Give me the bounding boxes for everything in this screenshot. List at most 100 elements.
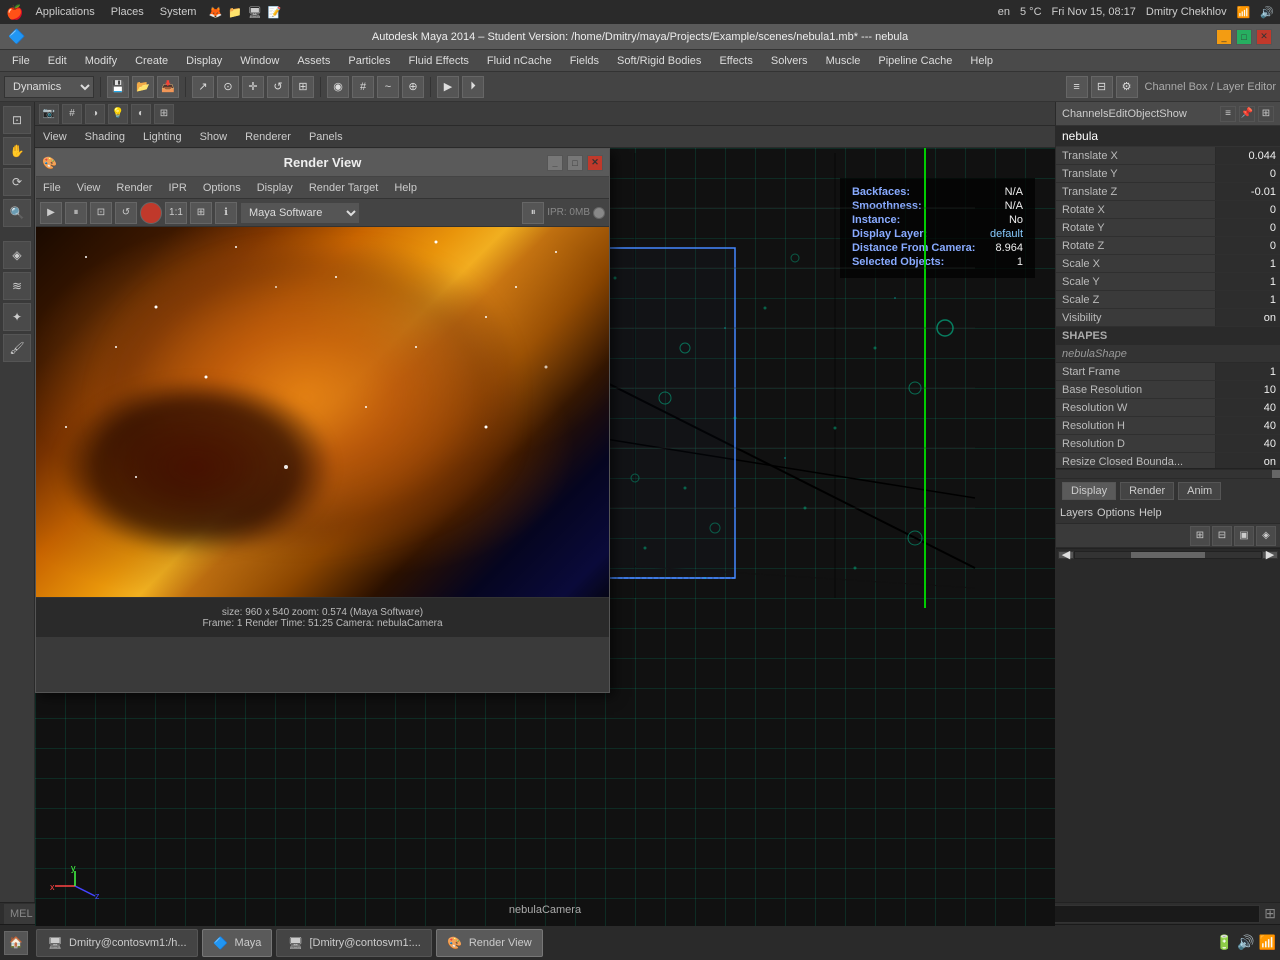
rv-info-btn[interactable]: ℹ [215,202,237,224]
menu-soft-rigid[interactable]: Soft/Rigid Bodies [609,53,709,69]
cb-row-res-d[interactable]: Resolution D 40 [1056,435,1280,453]
cb-vertical-scrollbar[interactable] [1056,468,1280,478]
cb-row-base-res[interactable]: Base Resolution 10 [1056,381,1280,399]
cb-value-res-w[interactable]: 40 [1215,399,1280,416]
rv-region-btn[interactable]: ⊡ [90,202,112,224]
taskbar-item-maya[interactable]: 🔷 Maya [202,929,273,957]
cb-value-start-frame[interactable]: 1 [1215,363,1280,380]
rv-renderer-dropdown[interactable]: Maya Software Maya Hardware 2.0 Mental R… [240,202,360,224]
vp-panels-menu[interactable]: Panels [305,131,347,143]
import-btn[interactable]: 📥 [157,76,179,98]
attr-editor-toggle[interactable]: ⊟ [1091,76,1113,98]
render-view-title-bar[interactable]: 🎨 Render View _ □ ✕ [36,149,609,177]
vp-lighting-menu[interactable]: Lighting [139,131,186,143]
rv-help-menu[interactable]: Help [391,182,420,194]
cb-anim-tab[interactable]: Anim [1178,482,1221,500]
tray-icon-1[interactable]: 🔋 [1216,934,1233,951]
terminal-icon[interactable]: 🖥 [248,6,262,19]
cb-row-rotate-y[interactable]: Rotate Y 0 [1056,219,1280,237]
render-current-btn[interactable]: ▶ [437,76,459,98]
move-btn[interactable]: ✛ [242,76,264,98]
cb-scroll-left-btn[interactable]: ◀ [1058,551,1074,559]
tray-icon-3[interactable]: 📶 [1259,934,1276,951]
cb-layer-remove-btn[interactable]: ⊟ [1212,526,1232,546]
cb-layers-label[interactable]: Layers [1060,507,1093,519]
cb-row-res-h[interactable]: Resolution H 40 [1056,417,1280,435]
cb-row-res-w[interactable]: Resolution W 40 [1056,399,1280,417]
cb-value-rotate-y[interactable]: 0 [1215,219,1280,236]
menu-muscle[interactable]: Muscle [818,53,869,69]
menu-display[interactable]: Display [178,53,230,69]
cb-row-translate-x[interactable]: Translate X 0.044 [1056,147,1280,165]
component-btn[interactable]: ◈ [3,241,31,269]
rv-render-btn[interactable]: ▶ [40,202,62,224]
cb-value-rotate-z[interactable]: 0 [1215,237,1280,254]
rv-ipr-menu[interactable]: IPR [165,182,189,194]
taskbar-item-terminal2[interactable]: 🖥 [Dmitry@contosvm1:... [276,929,431,957]
menu-edit[interactable]: Edit [40,53,75,69]
menu-pipeline[interactable]: Pipeline Cache [870,53,960,69]
cb-value-scale-z[interactable]: 1 [1215,291,1280,308]
sculpt-btn[interactable]: ✦ [3,303,31,331]
snap-grid-btn[interactable]: # [352,76,374,98]
snap-curve-btn[interactable]: ~ [377,76,399,98]
open-btn[interactable]: 📂 [132,76,154,98]
cb-row-translate-z[interactable]: Translate Z -0.01 [1056,183,1280,201]
firefox-icon[interactable]: 🦊 [208,6,222,19]
menu-modify[interactable]: Modify [77,53,125,69]
menu-assets[interactable]: Assets [289,53,338,69]
cb-value-resize-closed[interactable]: on [1215,453,1280,468]
rv-ratio-btn[interactable]: 1:1 [165,202,187,224]
rotate-btn[interactable]: ↺ [267,76,289,98]
system-menu[interactable]: System [156,6,201,18]
cb-row-visibility[interactable]: Visibility on [1056,309,1280,327]
cb-value-res-h[interactable]: 40 [1215,417,1280,434]
cb-show-tab[interactable]: Show [1159,108,1187,120]
cb-row-resize-closed[interactable]: Resize Closed Bounda... on [1056,453,1280,468]
cb-scroll-thumb[interactable] [1131,552,1205,558]
taskbar-item-terminal[interactable]: 🖥 Dmitry@contosvm1:/h... [36,929,198,957]
vp-shader-btn[interactable]: ◑ [85,104,105,124]
menu-fields[interactable]: Fields [562,53,607,69]
apple-menu-icon[interactable]: 🍎 [6,4,23,21]
cb-row-scale-y[interactable]: Scale Y 1 [1056,273,1280,291]
rv-render-menu[interactable]: Render [113,182,155,194]
save-btn[interactable]: 💾 [107,76,129,98]
rv-display-menu[interactable]: Display [254,182,296,194]
menu-solvers[interactable]: Solvers [763,53,816,69]
cb-layer-add-btn[interactable]: ⊞ [1190,526,1210,546]
cb-value-translate-y[interactable]: 0 [1215,165,1280,182]
soft-select-btn[interactable]: ◉ [327,76,349,98]
cb-value-base-res[interactable]: 10 [1215,381,1280,398]
cb-pin-btn[interactable]: 📌 [1239,106,1255,122]
tweak-btn[interactable]: ≋ [3,272,31,300]
cb-display-tab[interactable]: Display [1062,482,1116,500]
taskbar-item-render[interactable]: 🎨 Render View [436,929,543,957]
cb-row-rotate-x[interactable]: Rotate X 0 [1056,201,1280,219]
zoom-btn[interactable]: 🔍 [3,199,31,227]
vp-show-menu[interactable]: Show [196,131,232,143]
rv-minimize-btn[interactable]: _ [547,155,563,171]
vp-grid-btn[interactable]: # [62,104,82,124]
menu-effects[interactable]: Effects [711,53,760,69]
cb-value-rotate-x[interactable]: 0 [1215,201,1280,218]
files-icon[interactable]: 📁 [228,6,242,19]
vp-cam-btn[interactable]: 📷 [39,104,59,124]
menu-fluid-ncache[interactable]: Fluid nCache [479,53,560,69]
rv-render-target-menu[interactable]: Render Target [306,182,382,194]
vp-uv-btn[interactable]: ⊞ [154,104,174,124]
maximize-button[interactable]: □ [1236,29,1252,45]
vp-shading-menu[interactable]: Shading [81,131,129,143]
scale-btn[interactable]: ⊞ [292,76,314,98]
text-icon[interactable]: 📝 [268,6,282,19]
tray-icon-2[interactable]: 🔊 [1237,934,1254,951]
rv-pause-btn[interactable]: ⏸ [522,202,544,224]
cb-scroll-right-btn[interactable]: ▶ [1262,551,1278,559]
menu-window[interactable]: Window [232,53,287,69]
vp-view-menu[interactable]: View [39,131,71,143]
cb-channels-tab[interactable]: Channels [1062,108,1108,120]
render-all-btn[interactable]: ⏵ [462,76,484,98]
pan-btn[interactable]: ✋ [3,137,31,165]
paint-btn[interactable]: 🖌 [3,334,31,362]
cb-layer-select-btn[interactable]: ▣ [1234,526,1254,546]
